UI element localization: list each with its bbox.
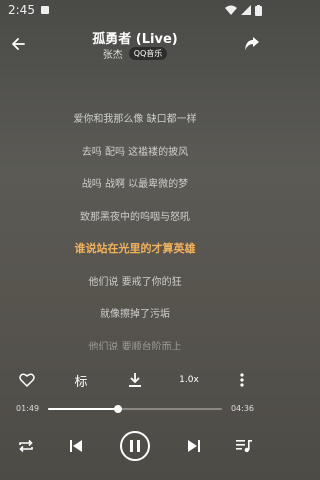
status-icons [225, 4, 262, 16]
repeat-icon [19, 439, 33, 453]
share-button[interactable] [242, 34, 262, 54]
current-time: 01:49 [16, 404, 40, 413]
skip-previous-icon [70, 440, 82, 452]
lyric-line: 他们说 要戒了你的狂 [88, 276, 182, 288]
seek-bar[interactable] [48, 405, 222, 413]
play-pause-button[interactable] [118, 428, 152, 464]
lyric-line-current: 谁说站在光里的才算英雄 [74, 242, 196, 255]
back-button[interactable] [8, 34, 28, 54]
more-button[interactable] [234, 368, 250, 392]
favorite-button[interactable] [16, 368, 38, 392]
download-button[interactable] [124, 368, 146, 392]
lyric-line: 就像擦掉了污垢 [100, 309, 170, 320]
source-badge: QQ音乐 [128, 47, 168, 60]
song-title: 孤勇者 (Live) [92, 32, 178, 47]
player-header: 孤勇者 (Live) 张杰 QQ音乐 [0, 26, 270, 66]
lyric-line: 致那黑夜中的呜咽与怒吼 [80, 211, 190, 223]
pause-icon [130, 440, 140, 452]
seek-thumb[interactable] [113, 405, 122, 413]
status-bar: 2:45 [0, 0, 270, 20]
download-icon [129, 373, 141, 387]
wifi-icon [225, 5, 237, 15]
queue-music-icon [236, 440, 252, 453]
status-time: 2:45 [8, 3, 35, 17]
pause-circle [120, 431, 150, 461]
more-vertical-icon [240, 373, 244, 387]
lyric-line: 爱你和我那么像 缺口都一样 [73, 114, 197, 125]
seek-bar-fill [48, 408, 118, 410]
signal-icon [241, 5, 251, 15]
speed-button[interactable]: 1.0x [176, 368, 202, 392]
skip-next-icon [188, 440, 200, 452]
progress-row: 01:49 04:36 [0, 402, 270, 416]
lyric-line: 去吗 配吗 这褴褛的披风 [81, 146, 189, 158]
playback-controls [0, 428, 270, 464]
total-time: 04:36 [230, 404, 254, 413]
lyric-line: 战吗 战啊 以最卑微的梦 [81, 179, 189, 190]
notification-icon [40, 6, 49, 14]
lyrics-panel[interactable]: 爱你和我那么像 缺口都一样 去吗 配吗 这褴褛的披风 战吗 战啊 以最卑微的梦 致那黑… [0, 100, 270, 350]
share-arrow-icon [245, 37, 259, 50]
artist-name[interactable]: 张杰 [103, 46, 123, 61]
arrow-left-icon [12, 38, 25, 50]
lyric-line: 他们说 要顺台阶而上 [88, 341, 182, 351]
lyric-toggle-button[interactable]: 标 [70, 368, 92, 392]
artist-row: 张杰 QQ音乐 [40, 46, 230, 61]
previous-button[interactable] [68, 428, 84, 464]
battery-icon [255, 4, 262, 16]
repeat-button[interactable] [16, 428, 36, 464]
playlist-button[interactable] [234, 428, 254, 464]
heart-icon [19, 373, 35, 387]
next-button[interactable] [186, 428, 202, 464]
action-row: 标 1.0x [0, 368, 270, 392]
